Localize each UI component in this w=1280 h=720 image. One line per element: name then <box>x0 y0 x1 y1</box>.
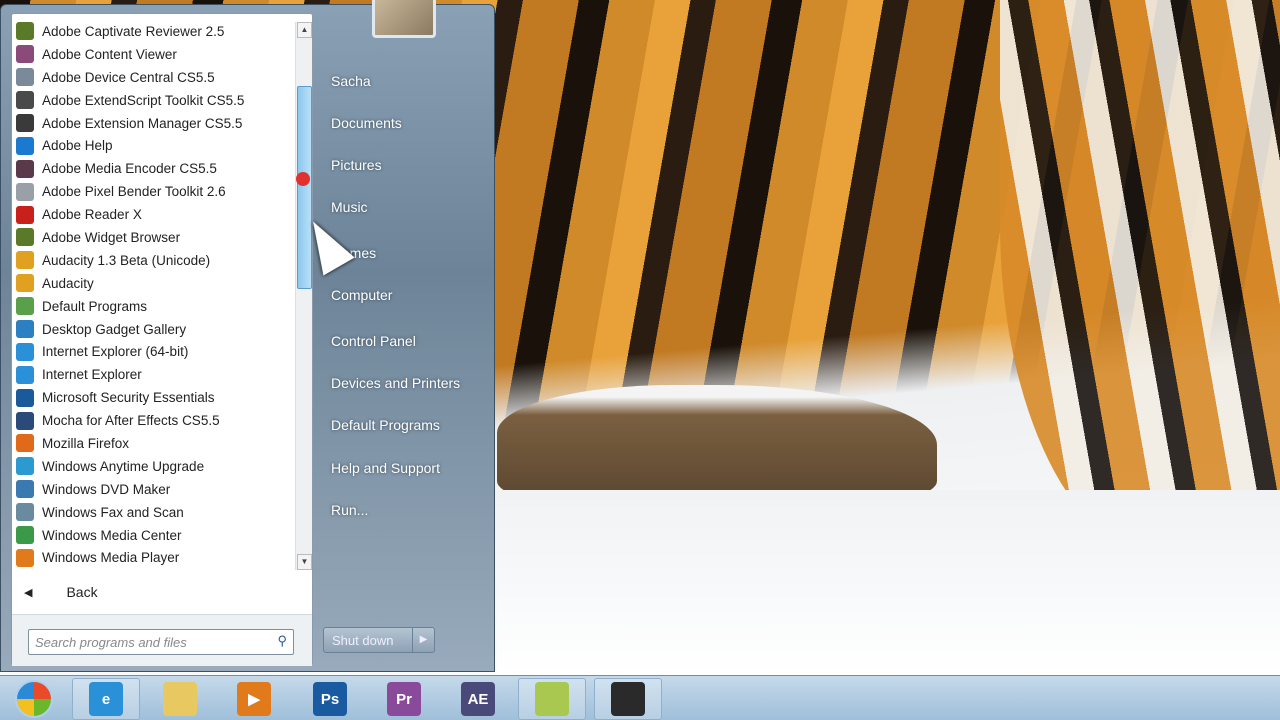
start-link-run[interactable]: Run... <box>331 502 368 518</box>
taskbar-after-effects[interactable]: AE <box>444 678 512 720</box>
program-item[interactable]: Adobe ExtendScript Toolkit CS5.5 <box>12 89 294 112</box>
program-item[interactable]: Adobe Pixel Bender Toolkit 2.6 <box>12 180 294 203</box>
after-effects-icon: AE <box>461 682 495 716</box>
start-link-computer[interactable]: Computer <box>331 287 392 303</box>
start-menu: Adobe Captivate Reviewer 2.5 Adobe Conten… <box>0 4 495 672</box>
taskbar-premiere[interactable]: Pr <box>370 678 438 720</box>
program-icon <box>16 457 34 476</box>
program-item[interactable]: Adobe Reader X <box>12 203 294 226</box>
shutdown-options-arrow[interactable]: ▶ <box>412 628 434 652</box>
taskbar-internet-explorer[interactable]: e <box>72 678 140 720</box>
taskbar-photoshop[interactable]: Ps <box>296 678 364 720</box>
windows-explorer-icon <box>163 682 197 716</box>
program-item[interactable]: Audacity <box>12 272 294 295</box>
program-item[interactable]: Mocha for After Effects CS5.5 <box>12 409 294 432</box>
taskbar-windows-explorer[interactable] <box>146 678 214 720</box>
start-link-control-panel[interactable]: Control Panel <box>331 333 416 349</box>
program-icon <box>16 320 34 339</box>
program-item[interactable]: Windows DVD Maker <box>12 478 294 501</box>
program-item[interactable]: Adobe Media Encoder CS5.5 <box>12 157 294 180</box>
start-link-devices-and-printers[interactable]: Devices and Printers <box>331 375 460 391</box>
program-item[interactable]: Audacity 1.3 Beta (Unicode) <box>12 249 294 272</box>
start-link-music[interactable]: Music <box>331 199 368 215</box>
program-icon <box>16 182 34 201</box>
program-icon <box>16 136 34 155</box>
search-input[interactable]: Search programs and files ⚲ <box>28 629 294 655</box>
scroll-up-button[interactable]: ▲ <box>297 22 312 38</box>
program-icon <box>16 342 34 361</box>
program-icon <box>16 434 34 453</box>
taskbar-app-green[interactable] <box>518 678 586 720</box>
media-player-icon: ▶ <box>237 682 271 716</box>
start-link-help-and-support[interactable]: Help and Support <box>331 460 440 476</box>
program-item[interactable]: Windows Fax and Scan <box>12 501 294 524</box>
back-button[interactable]: ◀ Back <box>24 584 98 600</box>
program-icon <box>16 503 34 522</box>
program-item[interactable]: Internet Explorer (64-bit) <box>12 340 294 363</box>
start-button[interactable] <box>0 678 68 720</box>
programs-pane: Adobe Captivate Reviewer 2.5 Adobe Conten… <box>11 13 313 666</box>
taskbar: e ▶ Ps Pr AE <box>0 675 1280 720</box>
shutdown-button[interactable]: Shut down ▶ <box>323 627 435 653</box>
taskbar-camera-app[interactable] <box>594 678 662 720</box>
program-icon <box>16 22 34 41</box>
start-link-default-programs[interactable]: Default Programs <box>331 417 440 433</box>
user-avatar[interactable] <box>372 0 436 38</box>
program-icon <box>16 411 34 430</box>
program-icon <box>16 526 34 545</box>
program-item[interactable]: Adobe Content Viewer <box>12 43 294 66</box>
scrollbar-thumb[interactable] <box>297 86 312 289</box>
program-item[interactable]: Adobe Help <box>12 134 294 157</box>
program-icon <box>16 274 34 293</box>
internet-explorer-icon: e <box>89 682 123 716</box>
program-item[interactable]: Adobe Extension Manager CS5.5 <box>12 112 294 135</box>
all-programs-list: Adobe Captivate Reviewer 2.5 Adobe Conten… <box>12 20 294 569</box>
program-icon <box>16 388 34 407</box>
start-link-pictures[interactable]: Pictures <box>331 157 382 173</box>
program-icon <box>16 297 34 316</box>
click-indicator <box>296 172 310 186</box>
program-icon <box>16 365 34 384</box>
program-icon <box>16 228 34 247</box>
windows-logo-icon <box>15 680 53 718</box>
program-item[interactable]: Default Programs <box>12 295 294 318</box>
premiere-icon: Pr <box>387 682 421 716</box>
program-item[interactable]: Mozilla Firefox <box>12 432 294 455</box>
search-icon: ⚲ <box>277 633 287 648</box>
program-icon <box>16 91 34 110</box>
program-icon <box>16 251 34 270</box>
program-icon <box>16 480 34 499</box>
program-icon <box>16 68 34 87</box>
scroll-down-button[interactable]: ▼ <box>297 554 312 570</box>
program-item[interactable]: Internet Explorer <box>12 363 294 386</box>
program-item[interactable]: Windows Media Center <box>12 524 294 547</box>
program-item[interactable]: Desktop Gadget Gallery <box>12 318 294 341</box>
taskbar-media-player[interactable]: ▶ <box>220 678 288 720</box>
camera-app-icon <box>611 682 645 716</box>
photoshop-icon: Ps <box>313 682 347 716</box>
program-item[interactable]: Windows Anytime Upgrade <box>12 455 294 478</box>
program-icon <box>16 45 34 64</box>
program-item[interactable]: Adobe Device Central CS5.5 <box>12 66 294 89</box>
app-green-icon <box>535 682 569 716</box>
program-item[interactable]: Adobe Widget Browser <box>12 226 294 249</box>
scrollbar[interactable]: ▲ ▼ <box>295 22 312 570</box>
program-icon <box>16 548 34 567</box>
program-item[interactable]: Windows Media Player <box>12 546 294 569</box>
program-icon <box>16 205 34 224</box>
program-icon <box>16 159 34 178</box>
start-link-sacha[interactable]: Sacha <box>331 73 371 89</box>
back-arrow-icon: ◀ <box>24 586 33 599</box>
program-item[interactable]: Adobe Captivate Reviewer 2.5 <box>12 20 294 43</box>
start-link-documents[interactable]: Documents <box>331 115 402 131</box>
program-icon <box>16 114 34 132</box>
program-item[interactable]: Microsoft Security Essentials <box>12 386 294 409</box>
